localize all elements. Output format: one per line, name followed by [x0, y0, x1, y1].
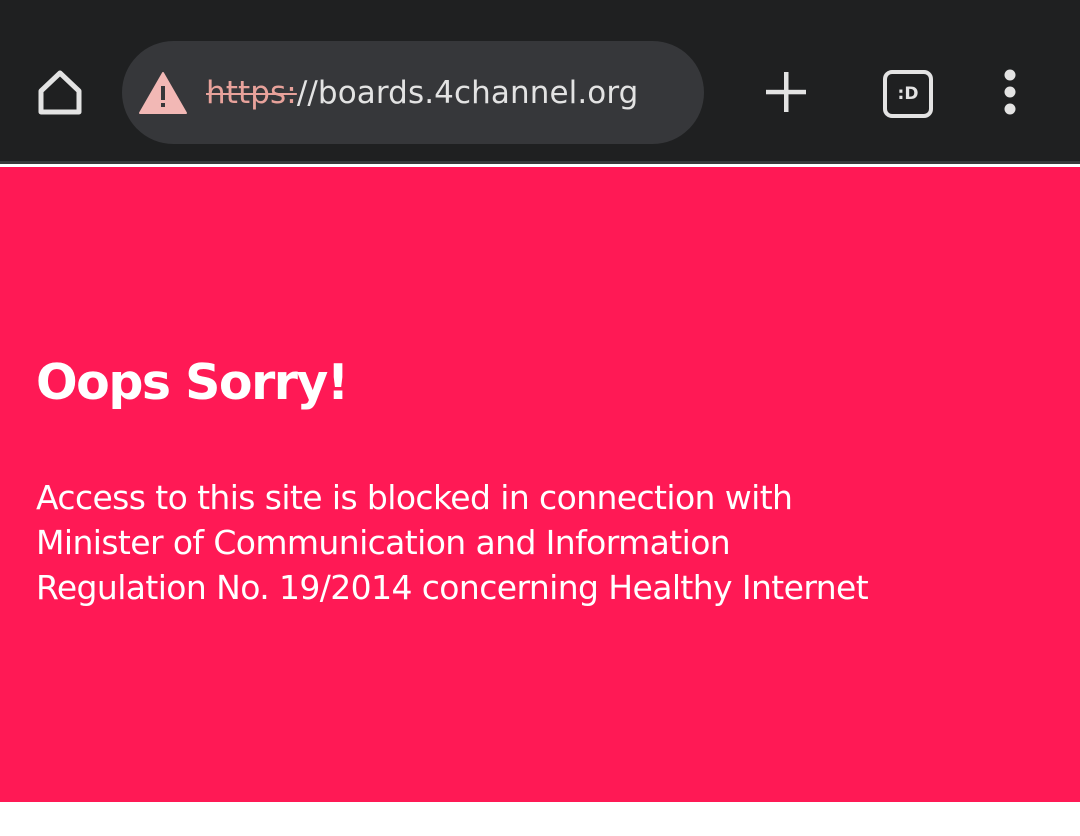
home-icon	[35, 67, 85, 122]
url-host: //boards.4channel.org	[296, 74, 639, 111]
page-heading: Oops Sorry!	[36, 354, 349, 411]
block-message-line: Minister of Communication and Informatio…	[36, 523, 731, 562]
warning-triangle-icon[interactable]	[138, 70, 188, 116]
block-message-line: Access to this site is blocked in connec…	[36, 478, 793, 517]
page-bottom-strip	[0, 802, 1080, 836]
menu-button[interactable]	[974, 58, 1046, 130]
block-message: Access to this site is blocked in connec…	[36, 475, 1056, 610]
blocked-page: Oops Sorry! Access to this site is block…	[0, 167, 1080, 802]
block-message-line: Regulation No. 19/2014 concerning Health…	[36, 568, 869, 607]
tab-switcher-icon: :D	[883, 70, 933, 118]
new-tab-button[interactable]	[750, 58, 822, 130]
url-text: https://boards.4channel.org	[206, 75, 638, 111]
more-vert-icon	[1003, 69, 1017, 120]
tab-switcher-button[interactable]: :D	[872, 58, 944, 130]
home-button[interactable]	[24, 58, 96, 130]
url-scheme: https:	[206, 74, 297, 111]
browser-toolbar: https://boards.4channel.org :D	[0, 0, 1080, 164]
address-bar[interactable]: https://boards.4channel.org	[122, 41, 704, 144]
plus-icon	[764, 70, 808, 119]
